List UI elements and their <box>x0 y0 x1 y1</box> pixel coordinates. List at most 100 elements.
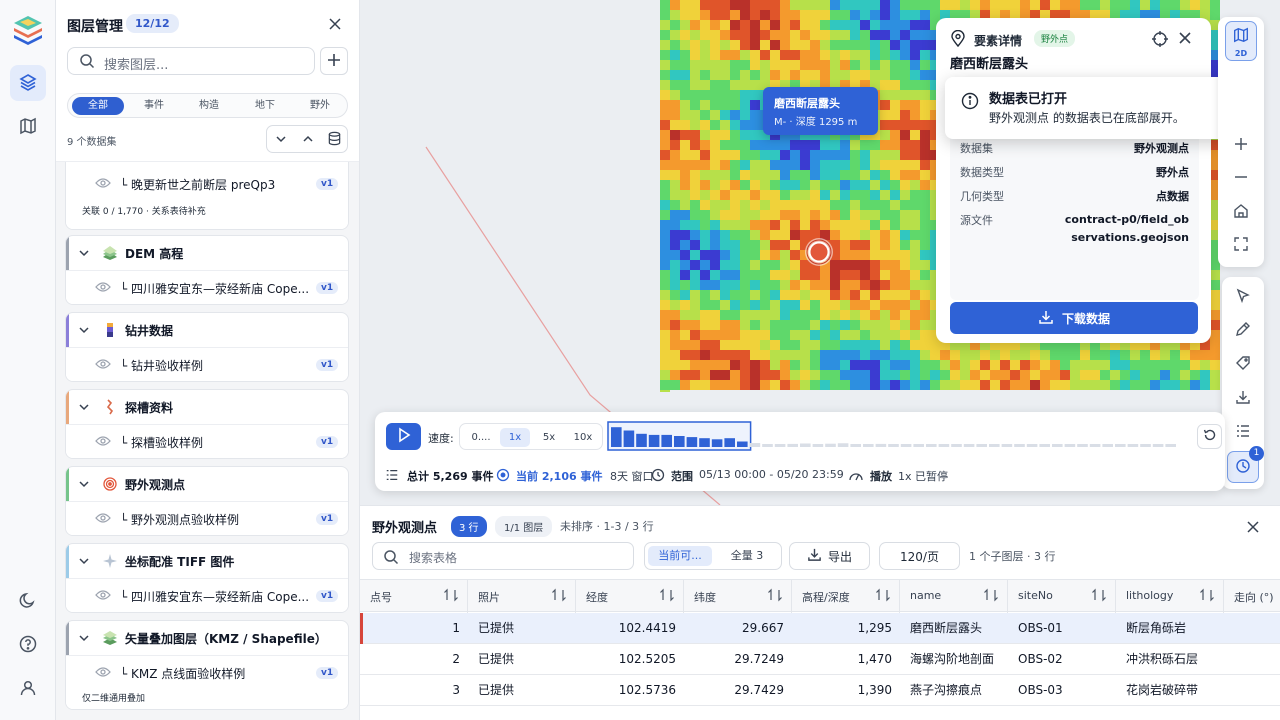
histogram-bar <box>989 444 1000 447</box>
filter-tab-field[interactable]: 野外 <box>294 97 346 115</box>
rail-theme-button[interactable] <box>10 583 46 619</box>
speed-option[interactable]: 5x <box>534 428 564 447</box>
draw-tool-button[interactable] <box>1227 314 1259 346</box>
layer-item[interactable]: └ 野外观测点验收样例 v1 <box>66 501 348 535</box>
layer-group-name[interactable]: 坐标配准 TIFF 图件 <box>125 553 234 570</box>
histogram-bar <box>837 443 849 447</box>
sort-icon[interactable] <box>1199 588 1215 605</box>
speed-option[interactable]: 10x <box>568 428 598 447</box>
table-search-input[interactable]: 搜索表格 <box>372 542 634 570</box>
close-icon[interactable] <box>1246 520 1260 537</box>
sort-icon[interactable] <box>983 588 999 605</box>
layer-item[interactable]: └ 四川雅安宜东—荥经新庙 Cope... v1 <box>66 270 348 304</box>
layer-panel-close-button[interactable] <box>324 14 346 36</box>
chevron-down-icon[interactable] <box>78 324 90 339</box>
column-header[interactable]: 走向 (°) <box>1224 580 1280 613</box>
sort-icon[interactable] <box>659 588 675 605</box>
table-cell: 29.7249 <box>734 652 784 666</box>
sort-icon[interactable] <box>767 588 783 605</box>
eye-icon[interactable] <box>95 358 111 373</box>
eye-icon[interactable] <box>95 666 111 681</box>
view-2d-button[interactable]: 2D <box>1225 21 1257 61</box>
histogram-bar <box>863 444 874 447</box>
reset-timeline-button[interactable] <box>1197 424 1222 449</box>
eye-icon[interactable] <box>95 281 111 296</box>
layer-group-name[interactable]: 矢量叠加图层（KMZ / Shapefile） <box>125 630 327 647</box>
legend-tool-button[interactable] <box>1227 416 1259 448</box>
download-data-button[interactable]: 下载数据 <box>950 302 1198 334</box>
table-row[interactable]: 2 已提供 102.5205 29.7249 1,470 海螺沟阶地剖面 OBS-02 冲洪积… <box>360 644 1280 675</box>
fullscreen-button[interactable] <box>1225 229 1257 261</box>
eye-icon[interactable] <box>95 589 111 604</box>
rail-map-button[interactable] <box>10 109 46 145</box>
layer-item[interactable]: └ 四川雅安宜东—荥经新庙 Cope... v1 <box>66 578 348 612</box>
search-icon <box>79 53 95 72</box>
layer-search-input[interactable]: 搜索图层... <box>67 47 315 75</box>
sort-icon[interactable] <box>551 588 567 605</box>
zoom-in-button[interactable] <box>1225 129 1257 161</box>
layer-item[interactable]: └ KMZ 点线面验收样例 v1 仅二维通用叠加 <box>66 655 348 709</box>
eye-icon[interactable] <box>95 512 111 527</box>
play-button[interactable] <box>386 423 421 450</box>
database-button[interactable] <box>321 126 348 154</box>
history-tool-button[interactable]: 1 <box>1227 446 1264 483</box>
column-header[interactable]: 高程/深度 <box>792 580 900 613</box>
rail-layers-button[interactable] <box>10 65 46 101</box>
chevron-down-icon[interactable] <box>78 247 90 262</box>
tag-tool-button[interactable] <box>1227 348 1259 380</box>
layer-group-name[interactable]: 探槽资料 <box>125 399 173 416</box>
column-header[interactable]: 照片 <box>468 580 576 613</box>
download-icon <box>1235 389 1251 408</box>
chevron-down-icon[interactable] <box>78 401 90 416</box>
filter-tab-structure[interactable]: 构造 <box>183 97 235 115</box>
zoom-out-button[interactable] <box>1225 162 1257 194</box>
scope-current-button[interactable]: 当前可... <box>648 546 712 566</box>
column-header[interactable]: 纬度 <box>684 580 792 613</box>
close-icon[interactable] <box>1178 31 1192 48</box>
layer-item[interactable]: └ 钻井验收样例 v1 <box>66 347 348 381</box>
scope-all-button[interactable]: 全量 3 <box>715 546 779 566</box>
chevron-down-icon[interactable] <box>78 632 90 647</box>
column-header[interactable]: 经度 <box>576 580 684 613</box>
speed-option[interactable]: 0.... <box>463 428 499 447</box>
filter-tab-all[interactable]: 全部 <box>72 97 124 115</box>
layer-item[interactable]: └ 晚更新世之前断层 preQp3 v1 关联 0 / 1,770 · 关系表待… <box>66 167 348 229</box>
speed-option[interactable]: 1x <box>500 428 530 447</box>
rail-user-button[interactable] <box>10 671 46 707</box>
column-header[interactable]: 点号 <box>360 580 468 613</box>
app-logo-icon[interactable] <box>10 12 46 48</box>
history-icon <box>1235 458 1251 477</box>
table-row[interactable]: 1 已提供 102.4419 29.667 1,295 磨西断层露头 OBS-01 断层角砾岩 <box>360 613 1280 644</box>
filter-tab-underground[interactable]: 地下 <box>239 97 291 115</box>
home-button[interactable] <box>1225 196 1257 228</box>
column-header[interactable]: lithology <box>1116 580 1224 613</box>
sort-icon[interactable] <box>443 588 459 605</box>
export-button[interactable]: 导出 <box>789 542 870 570</box>
select-tool-button[interactable] <box>1227 281 1259 313</box>
column-header[interactable]: name <box>900 580 1008 613</box>
download-icon <box>807 547 822 565</box>
layer-group-name[interactable]: DEM 高程 <box>125 245 183 262</box>
table-row[interactable]: 3 已提供 102.5736 29.7429 1,390 燕子沟擦痕点 OBS-03 花岗岩破… <box>360 675 1280 706</box>
chevron-down-icon[interactable] <box>78 478 90 493</box>
observation-point-marker[interactable] <box>804 237 834 267</box>
collapse-all-button[interactable] <box>294 126 321 154</box>
page-size-select[interactable]: 120/页 <box>879 542 960 570</box>
add-layer-button[interactable] <box>320 47 348 75</box>
eye-icon[interactable] <box>95 177 111 192</box>
export-tool-button[interactable] <box>1227 382 1259 414</box>
column-header[interactable]: siteNo <box>1008 580 1116 613</box>
locate-icon[interactable] <box>1151 30 1169 51</box>
table-cell: 1,295 <box>857 621 892 635</box>
event-histogram[interactable] <box>607 421 1187 451</box>
layer-item[interactable]: └ 探槽验收样例 v1 <box>66 424 348 458</box>
sort-icon[interactable] <box>875 588 891 605</box>
filter-tab-event[interactable]: 事件 <box>128 97 180 115</box>
layer-group-name[interactable]: 钻井数据 <box>125 322 173 339</box>
sort-icon[interactable] <box>1091 588 1107 605</box>
chevron-down-icon[interactable] <box>78 555 90 570</box>
expand-all-button[interactable] <box>267 126 294 154</box>
rail-help-button[interactable] <box>10 627 46 663</box>
layer-group-name[interactable]: 野外观测点 <box>125 476 185 493</box>
eye-icon[interactable] <box>95 435 111 450</box>
